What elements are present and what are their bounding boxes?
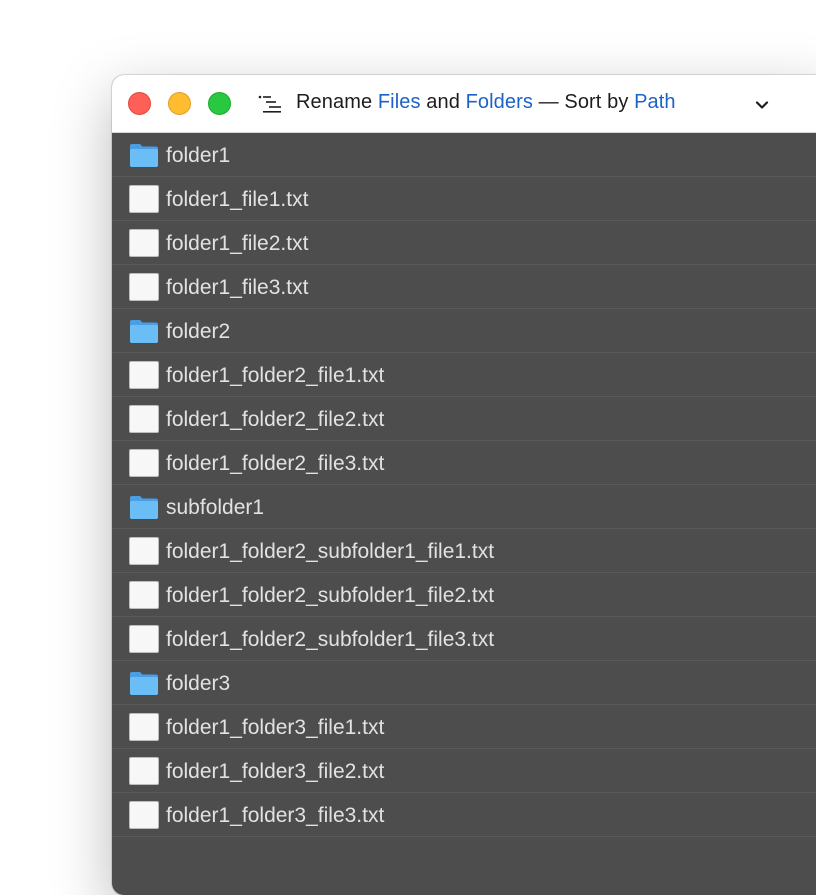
- file-row[interactable]: folder1_folder2_file1.txt: [112, 353, 816, 397]
- item-name: folder1_folder2_file1.txt: [166, 364, 385, 387]
- item-name: folder1_folder3_file1.txt: [166, 716, 385, 739]
- item-name: folder1: [166, 144, 231, 167]
- item-name: folder1_folder2_subfolder1_file2.txt: [166, 584, 495, 607]
- folder-icon: [130, 496, 158, 519]
- file-row[interactable]: folder1_folder3_file3.txt: [112, 793, 816, 837]
- file-row[interactable]: folder1_folder2_subfolder1_file3.txt: [112, 617, 816, 661]
- sort-path-token[interactable]: Path: [634, 91, 676, 113]
- title-text: Rename: [296, 91, 378, 113]
- file-icon: [129, 581, 159, 609]
- sort-folders-token[interactable]: Folders: [466, 91, 533, 113]
- window-title: Rename Files and Folders — Sort by Path: [296, 91, 676, 114]
- minimize-button[interactable]: [168, 92, 191, 115]
- file-row[interactable]: folder1_file3.txt: [112, 265, 816, 309]
- folder-icon: [130, 320, 158, 343]
- item-name: folder1_folder3_file2.txt: [166, 760, 385, 783]
- file-row[interactable]: folder1_file2.txt: [112, 221, 816, 265]
- item-name: folder1_folder2_file3.txt: [166, 452, 385, 475]
- file-row[interactable]: folder1_folder2_file3.txt: [112, 441, 816, 485]
- folder-icon: [130, 144, 158, 167]
- close-button[interactable]: [128, 92, 151, 115]
- file-row[interactable]: folder1_folder2_subfolder1_file2.txt: [112, 573, 816, 617]
- file-icon: [129, 449, 159, 477]
- item-name: folder1_folder2_subfolder1_file3.txt: [166, 628, 495, 651]
- folder-row[interactable]: folder2: [112, 309, 816, 353]
- item-name: folder2: [166, 320, 231, 343]
- item-name: folder1_file1.txt: [166, 188, 309, 211]
- item-name: subfolder1: [166, 496, 265, 519]
- title-text: — Sort by: [532, 91, 635, 113]
- title-bar: Rename Files and Folders — Sort by Path: [112, 75, 816, 133]
- list-icon[interactable]: [258, 95, 282, 113]
- folder-icon: [130, 672, 158, 695]
- folder-row[interactable]: folder3: [112, 661, 816, 705]
- file-icon: [129, 273, 159, 301]
- file-icon: [129, 757, 159, 785]
- file-icon: [129, 713, 159, 741]
- file-row[interactable]: folder1_file1.txt: [112, 177, 816, 221]
- item-name: folder1_file2.txt: [166, 232, 309, 255]
- file-icon: [129, 537, 159, 565]
- file-icon: [129, 361, 159, 389]
- item-name: folder1_folder3_file3.txt: [166, 804, 385, 827]
- folder-row[interactable]: subfolder1: [112, 485, 816, 529]
- item-name: folder1_file3.txt: [166, 276, 309, 299]
- file-icon: [129, 185, 159, 213]
- file-icon: [129, 625, 159, 653]
- file-row[interactable]: folder1_folder3_file1.txt: [112, 705, 816, 749]
- file-row[interactable]: folder1_folder2_subfolder1_file1.txt: [112, 529, 816, 573]
- file-row[interactable]: folder1_folder2_file2.txt: [112, 397, 816, 441]
- chevron-down-icon[interactable]: [754, 97, 770, 113]
- zoom-button[interactable]: [208, 92, 231, 115]
- item-name: folder1_folder2_subfolder1_file1.txt: [166, 540, 495, 563]
- sort-files-token[interactable]: Files: [378, 91, 421, 113]
- folder-row[interactable]: folder1: [112, 133, 816, 177]
- file-icon: [129, 229, 159, 257]
- file-icon: [129, 801, 159, 829]
- item-name: folder1_folder2_file2.txt: [166, 408, 385, 431]
- file-row[interactable]: folder1_folder3_file2.txt: [112, 749, 816, 793]
- app-window: Rename Files and Folders — Sort by Path …: [112, 75, 816, 895]
- title-text: and: [420, 91, 466, 113]
- item-name: folder3: [166, 672, 231, 695]
- file-icon: [129, 405, 159, 433]
- file-list: folder1 folder1_file1.txt folder1_file2.tx…: [112, 133, 816, 837]
